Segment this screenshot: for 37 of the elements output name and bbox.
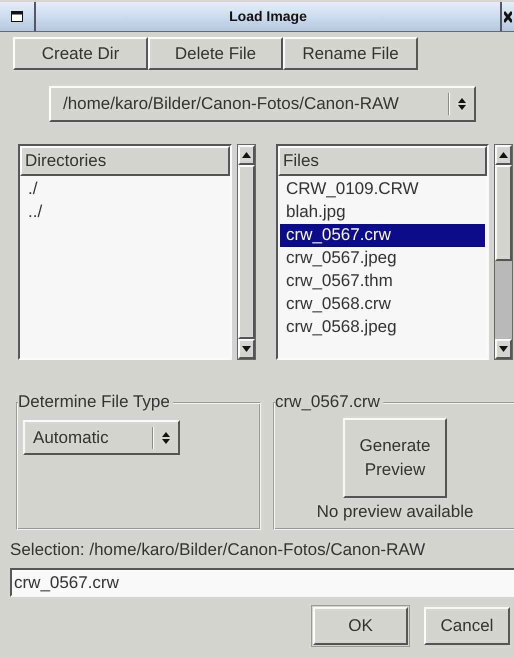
dialog-button[interactable]: OK xyxy=(313,607,408,645)
file-item[interactable]: blah.jpg xyxy=(278,201,487,224)
file-type-dropdown[interactable]: Automatic xyxy=(23,420,180,455)
group-title: crw_0567.crw xyxy=(275,392,380,411)
scrollbar[interactable] xyxy=(237,144,256,360)
column-header[interactable]: Directories xyxy=(20,146,230,176)
scroll-down-icon[interactable] xyxy=(242,346,251,352)
file-item[interactable]: crw_0568.crw xyxy=(278,293,487,316)
preview-status: No preview available xyxy=(316,502,474,522)
selection-label: Selection: /home/karo/Bilder/Canon-Fotos/Canon-RAW xyxy=(9,539,426,560)
dialog-button[interactable]: Cancel xyxy=(424,607,510,645)
window-menu-icon[interactable] xyxy=(11,11,23,22)
spin-arrows-icon xyxy=(458,97,466,111)
toolbar-button[interactable]: Create Dir xyxy=(13,37,148,70)
file-item[interactable]: crw_0567.thm xyxy=(278,270,487,293)
filename-field[interactable]: crw_0567.crw xyxy=(10,568,514,597)
group-title: Determine File Type xyxy=(18,392,170,411)
file-item[interactable]: crw_0567.jpeg xyxy=(278,247,487,270)
scrollbar[interactable] xyxy=(494,144,513,360)
toolbar-button[interactable]: Rename File xyxy=(283,37,418,70)
file-item[interactable]: crw_0568.jpeg xyxy=(278,316,487,339)
column-header[interactable]: Files xyxy=(278,146,487,176)
path-dropdown[interactable]: /home/karo/Bilder/Canon-Fotos/Canon-RAW xyxy=(49,86,476,122)
close-icon[interactable] xyxy=(504,10,512,22)
window-title: Load Image xyxy=(229,8,307,24)
scroll-thumb[interactable] xyxy=(495,165,512,261)
scroll-thumb[interactable] xyxy=(238,165,255,339)
directory-item[interactable]: ../ xyxy=(20,201,230,224)
generate-preview-button[interactable]: Generate Preview xyxy=(343,418,447,498)
spin-arrows-icon xyxy=(162,430,170,444)
file-item[interactable]: CRW_0109.CRW xyxy=(278,178,487,201)
toolbar-button[interactable]: Delete File xyxy=(148,37,283,70)
file-item[interactable]: crw_0567.crw xyxy=(280,224,485,247)
scroll-down-icon[interactable] xyxy=(499,346,508,352)
scroll-up-icon[interactable] xyxy=(242,152,251,158)
directory-item[interactable]: ./ xyxy=(20,178,230,201)
scroll-up-icon[interactable] xyxy=(499,152,508,158)
